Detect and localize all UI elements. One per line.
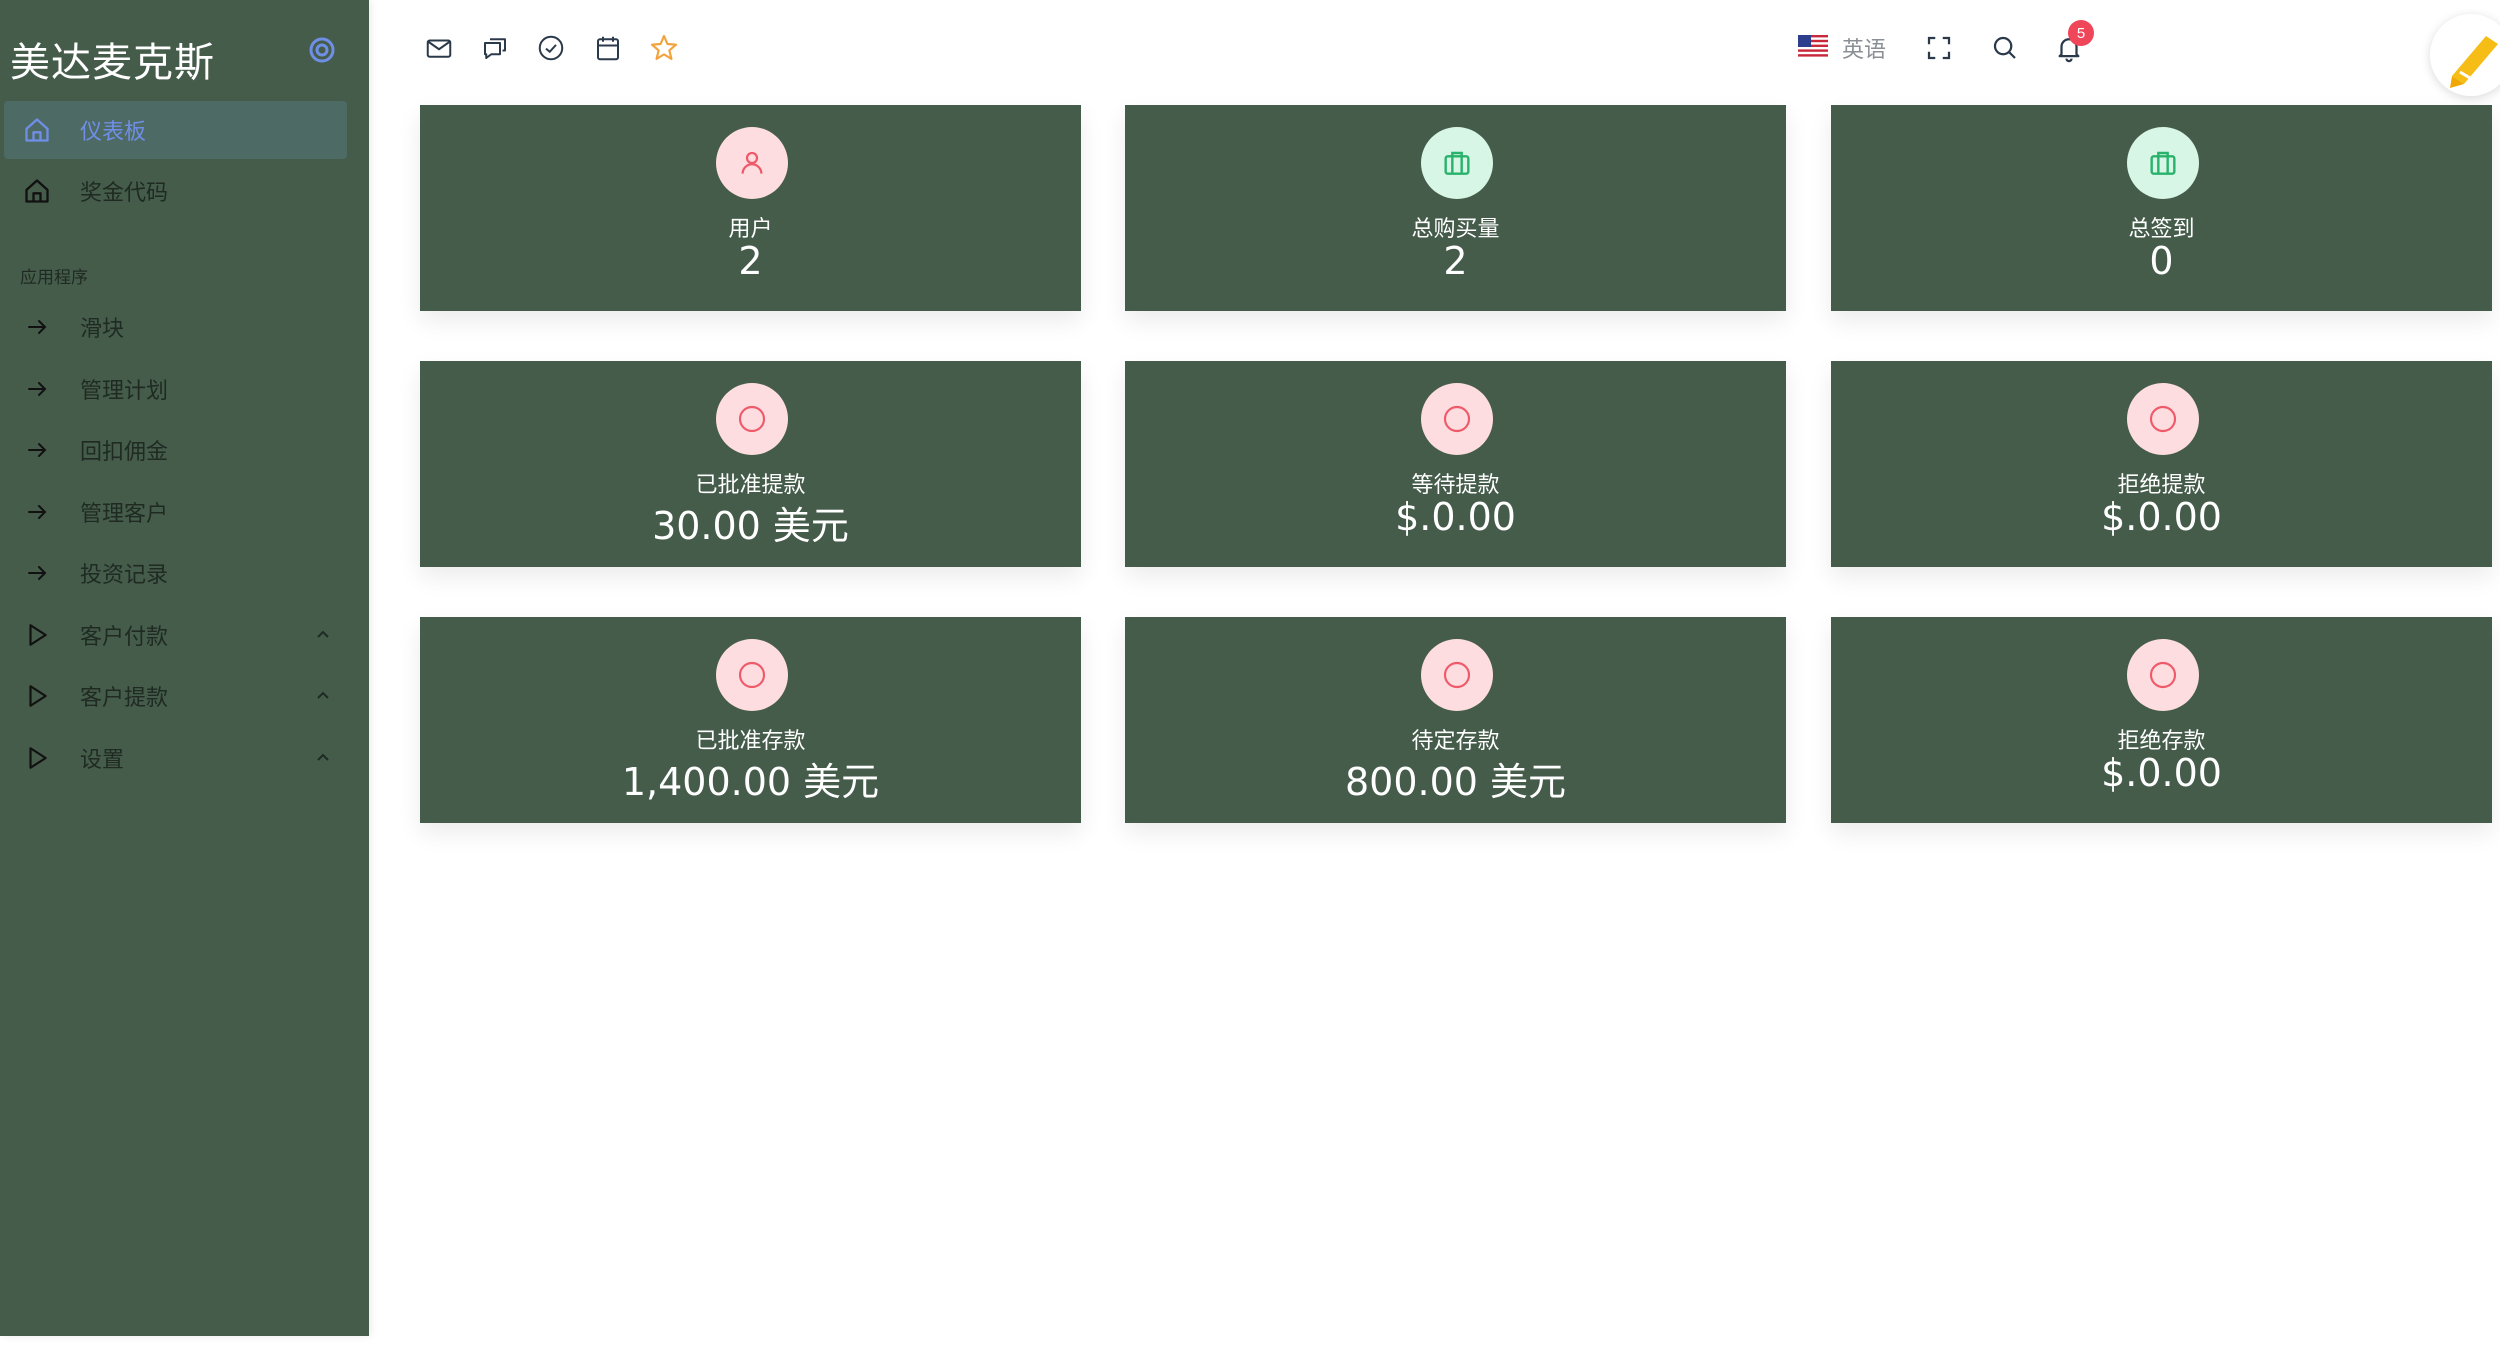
stat-card-approved-deposits: 已批准存款 1,400.00 美元 [420, 617, 1081, 823]
stat-card-value: $.0.00 [2101, 751, 2222, 795]
sidebar-item-label: 客户付款 [80, 625, 169, 650]
sidebar-item-dashboard[interactable]: 仪表板 [4, 101, 347, 159]
sidebar-item-label: 滑块 [80, 317, 125, 342]
sidebar-toggle-icon[interactable] [305, 33, 339, 67]
circle-icon [1421, 383, 1493, 455]
star-icon[interactable] [646, 30, 682, 66]
circle-icon [2127, 383, 2199, 455]
stat-card-rejected-withdrawals: 拒绝提款 $.0.00 [1831, 361, 2492, 567]
sidebar-item-settings[interactable]: 设置 [4, 729, 347, 787]
fullscreen-icon[interactable] [1921, 30, 1957, 66]
sidebar-item-label: 回扣佣金 [80, 440, 169, 465]
sidebar: 美达麦克斯 仪表板 奖金代码 应用程序 滑块 管理计划 回扣佣金 管理客户 投资… [0, 0, 369, 1336]
sidebar-item-customer-payments[interactable]: 客户付款 [4, 606, 347, 664]
sidebar-item-customer-withdrawals[interactable]: 客户提款 [4, 667, 347, 725]
sidebar-item-label: 奖金代码 [80, 181, 169, 206]
language-label: 英语 [1842, 38, 1887, 63]
notification-count-badge: 5 [2068, 20, 2094, 46]
stat-card-value: 0 [2149, 239, 2174, 283]
stat-card-pending-deposits: 待定存款 800.00 美元 [1125, 617, 1786, 823]
home-icon [22, 176, 52, 206]
sidebar-item-label: 投资记录 [80, 563, 169, 588]
play-icon [22, 681, 52, 711]
sidebar-item-label: 设置 [80, 748, 125, 773]
stat-card-pending-withdrawals: 等待提款 $.0.00 [1125, 361, 1786, 567]
stat-card-total-checkins: 总签到 0 [1831, 105, 2492, 311]
circle-icon [2127, 639, 2199, 711]
arrow-right-icon [22, 312, 52, 342]
sidebar-item-slider[interactable]: 滑块 [4, 298, 347, 356]
sidebar-item-rebate-commission[interactable]: 回扣佣金 [4, 421, 347, 479]
arrow-right-icon [22, 374, 52, 404]
circle-icon [716, 383, 788, 455]
sidebar-item-bonus-code[interactable]: 奖金代码 [4, 162, 347, 220]
circle-icon [716, 639, 788, 711]
home-icon [22, 115, 52, 145]
avatar[interactable] [2430, 14, 2500, 96]
play-icon [22, 620, 52, 650]
sidebar-item-label: 管理计划 [80, 379, 169, 404]
arrow-right-icon [22, 435, 52, 465]
language-selector[interactable]: 英语 [1798, 28, 1886, 68]
sidebar-item-label: 管理客户 [80, 502, 169, 527]
check-circle-icon[interactable] [533, 30, 569, 66]
briefcase-icon [2127, 127, 2199, 199]
stat-card-value: $.0.00 [1395, 495, 1516, 539]
briefcase-icon [1421, 127, 1493, 199]
stat-card-value: $.0.00 [2101, 495, 2222, 539]
stat-card-value: 800.00 美元 [1344, 760, 1567, 804]
sidebar-item-label: 客户提款 [80, 686, 169, 711]
us-flag-icon [1798, 35, 1828, 61]
sidebar-item-manage-plans[interactable]: 管理计划 [4, 360, 347, 418]
stat-card-approved-withdrawals: 已批准提款 30.00 美元 [420, 361, 1081, 567]
chevron-up-icon [313, 686, 333, 706]
stat-card-total-purchases: 总购买量 2 [1125, 105, 1786, 311]
play-icon [22, 743, 52, 773]
chat-icon[interactable] [477, 30, 513, 66]
chevron-up-icon [313, 748, 333, 768]
calendar-icon[interactable] [590, 30, 626, 66]
user-icon [716, 127, 788, 199]
sidebar-item-manage-customers[interactable]: 管理客户 [4, 483, 347, 541]
stat-card-value: 30.00 美元 [652, 504, 849, 548]
stat-card-value: 2 [1443, 239, 1468, 283]
sidebar-item-label: 仪表板 [80, 120, 147, 145]
sidebar-item-investment-records[interactable]: 投资记录 [4, 544, 347, 602]
brand-title[interactable]: 美达麦克斯 [10, 30, 215, 88]
stat-card-users: 用户 2 [420, 105, 1081, 311]
circle-icon [1421, 639, 1493, 711]
arrow-right-icon [22, 497, 52, 527]
mail-icon[interactable] [421, 30, 457, 66]
stat-card-value: 2 [738, 239, 763, 283]
stat-card-value: 1,400.00 美元 [621, 760, 880, 804]
stat-card-rejected-deposits: 拒绝存款 $.0.00 [1831, 617, 2492, 823]
sidebar-section-heading: 应用程序 [20, 268, 88, 288]
search-icon[interactable] [1987, 30, 2023, 66]
chevron-up-icon [313, 625, 333, 645]
arrow-right-icon [22, 558, 52, 588]
